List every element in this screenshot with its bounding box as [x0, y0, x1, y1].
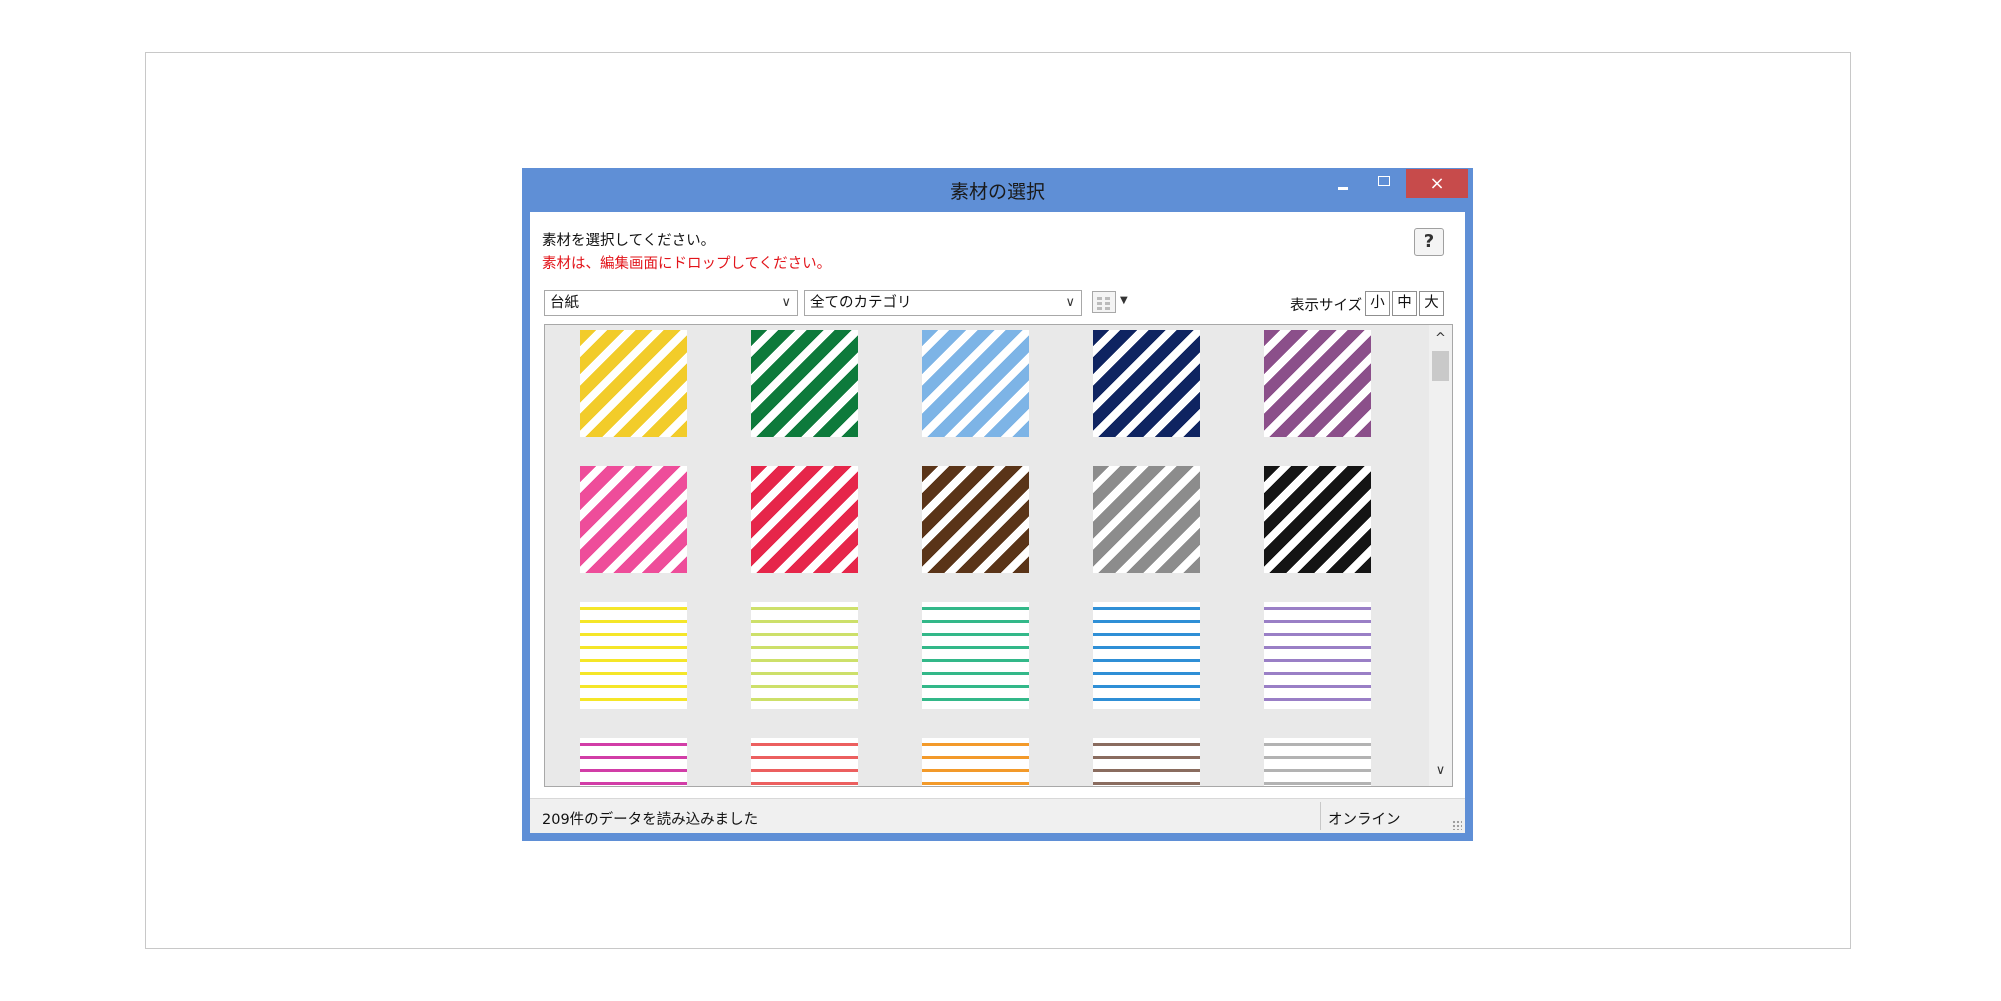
size-medium-button[interactable]: 中 — [1392, 291, 1417, 316]
category-select[interactable]: 全てのカテゴリ ∨ — [804, 290, 1082, 316]
status-message: 209件のデータを読み込みました — [542, 812, 759, 828]
size-large-button[interactable]: 大 — [1419, 291, 1444, 316]
view-mode-button[interactable] — [1092, 291, 1116, 313]
minimize-button[interactable] — [1324, 169, 1364, 198]
chevron-down-icon: ∨ — [781, 295, 791, 310]
material-tile-diagonal-stripe-red[interactable] — [751, 466, 858, 573]
dropdown-arrow-icon[interactable]: ▼ — [1120, 295, 1128, 306]
instruction-text: 素材を選択してください。 — [542, 233, 716, 249]
vertical-scrollbar[interactable]: ^ ∨ — [1429, 325, 1452, 786]
material-tile-diagonal-stripe-green[interactable] — [751, 330, 858, 437]
drop-hint-text: 素材は、編集画面にドロップしてください。 — [542, 256, 832, 272]
material-tile-horizontal-line-orange[interactable] — [922, 738, 1029, 786]
maximize-button[interactable] — [1364, 169, 1404, 198]
material-tile-diagonal-stripe-yellow[interactable] — [580, 330, 687, 437]
close-button[interactable]: × — [1406, 169, 1468, 198]
material-tile-horizontal-line-brown[interactable] — [1093, 738, 1200, 786]
status-divider — [1320, 802, 1321, 830]
chevron-down-icon: ∨ — [1065, 295, 1075, 310]
type-select[interactable]: 台紙 ∨ — [544, 290, 798, 316]
material-tile-diagonal-stripe-brown[interactable] — [922, 466, 1029, 573]
size-small-button[interactable]: 小 — [1365, 291, 1390, 316]
material-tile-diagonal-stripe-light-blue[interactable] — [922, 330, 1029, 437]
material-tile-horizontal-line-teal[interactable] — [922, 602, 1029, 709]
scroll-down-icon[interactable]: ∨ — [1429, 761, 1452, 781]
scroll-up-icon[interactable]: ^ — [1429, 329, 1452, 349]
material-select-window: 素材の選択 × 素材を選択してください。 素材は、編集画面にドロップしてください… — [522, 168, 1473, 841]
scroll-thumb[interactable] — [1432, 351, 1449, 381]
help-button[interactable]: ? — [1414, 228, 1444, 256]
connection-status: オンライン — [1328, 812, 1401, 828]
material-tile-horizontal-line-lime[interactable] — [751, 602, 858, 709]
material-tile-diagonal-stripe-gray[interactable] — [1093, 466, 1200, 573]
material-tile-diagonal-stripe-pink[interactable] — [580, 466, 687, 573]
title-bar[interactable]: 素材の選択 × — [522, 168, 1473, 212]
material-tile-horizontal-line-red[interactable] — [751, 738, 858, 786]
dialog-body: 素材を選択してください。 素材は、編集画面にドロップしてください。 ? 台紙 ∨… — [530, 212, 1465, 833]
material-tile-diagonal-stripe-purple[interactable] — [1264, 330, 1371, 437]
material-tile-diagonal-stripe-black[interactable] — [1264, 466, 1371, 573]
status-bar: 209件のデータを読み込みました オンライン — [530, 798, 1465, 833]
material-tile-horizontal-line-yellow[interactable] — [580, 602, 687, 709]
display-size-label: 表示サイズ — [1290, 298, 1363, 314]
material-tile-horizontal-line-purple[interactable] — [1264, 602, 1371, 709]
material-tile-horizontal-line-gray[interactable] — [1264, 738, 1371, 786]
material-tile-horizontal-line-blue[interactable] — [1093, 602, 1200, 709]
resize-grip-icon[interactable] — [1452, 820, 1462, 830]
material-tile-diagonal-stripe-navy[interactable] — [1093, 330, 1200, 437]
type-select-value: 台紙 — [550, 295, 579, 311]
material-tile-horizontal-line-magenta[interactable] — [580, 738, 687, 786]
category-select-value: 全てのカテゴリ — [810, 295, 912, 311]
material-gallery[interactable]: ^ ∨ — [544, 324, 1453, 787]
